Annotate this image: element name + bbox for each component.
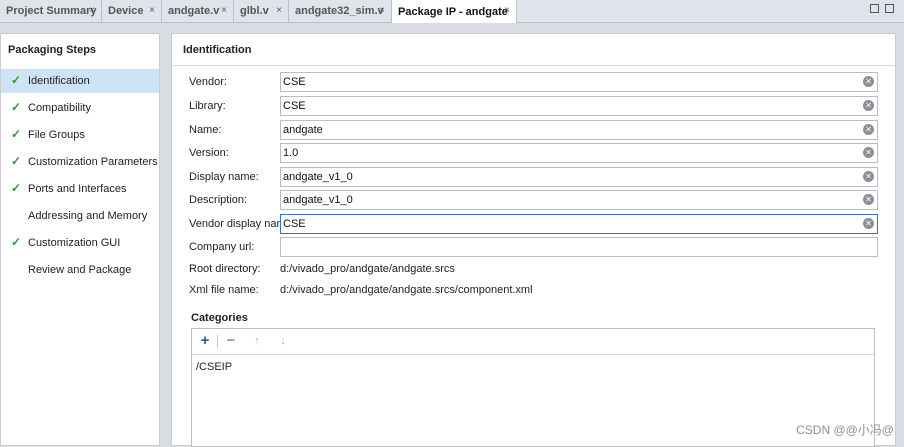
- root-directory-label: Root directory:: [189, 263, 261, 275]
- step-label: Addressing and Memory: [28, 210, 148, 222]
- categories-toolbar: + − ↑ ↓: [192, 329, 874, 355]
- tab-label: Project Summary: [6, 5, 97, 17]
- step-label: Customization GUI: [28, 237, 121, 249]
- tab-glbl-v[interactable]: glbl.v ×: [234, 0, 289, 22]
- add-icon[interactable]: +: [197, 333, 213, 349]
- tab-andgate32-sim-v[interactable]: andgate32_sim.v ×: [289, 0, 392, 22]
- check-icon: ✓: [11, 181, 22, 195]
- step-compatibility[interactable]: ✓ Compatibility: [1, 96, 159, 120]
- maximize-icon[interactable]: [885, 4, 894, 13]
- vendor-display-name-label: Vendor display name:: [189, 218, 295, 230]
- close-icon[interactable]: ×: [379, 5, 385, 16]
- root-directory-value: d:/vivado_pro/andgate/andgate.srcs: [280, 263, 455, 275]
- step-label: Ports and Interfaces: [28, 183, 127, 195]
- step-label: Review and Package: [28, 264, 132, 276]
- clear-icon[interactable]: ✕: [863, 76, 874, 87]
- display-name-field[interactable]: ✕: [280, 167, 878, 187]
- vendor-display-name-input[interactable]: [281, 215, 853, 233]
- vendor-field[interactable]: ✕: [280, 72, 878, 92]
- description-input[interactable]: [281, 191, 853, 209]
- check-icon: ✓: [11, 127, 22, 141]
- watermark: CSDN @@小冯@: [796, 423, 894, 437]
- step-label: File Groups: [28, 129, 85, 141]
- company-url-input[interactable]: [281, 238, 853, 256]
- tab-device[interactable]: Device ×: [102, 0, 162, 22]
- display-name-input[interactable]: [281, 168, 853, 186]
- divider: [172, 65, 895, 66]
- step-label: Customization Parameters: [28, 156, 158, 168]
- tab-package-ip[interactable]: Package IP - andgate ×: [392, 0, 517, 23]
- clear-icon[interactable]: ✕: [863, 100, 874, 111]
- version-label: Version:: [189, 147, 229, 159]
- description-label: Description:: [189, 194, 248, 206]
- check-icon: ✓: [11, 73, 22, 87]
- close-icon[interactable]: ×: [221, 5, 227, 16]
- library-field[interactable]: ✕: [280, 96, 878, 116]
- library-label: Library:: [189, 100, 226, 112]
- toolbar-separator: [217, 335, 218, 348]
- editor-tab-bar: Project Summary × Device × andgate.v × g…: [0, 0, 904, 23]
- check-icon: ✓: [11, 154, 22, 168]
- category-item[interactable]: /CSEIP: [196, 361, 232, 373]
- minimize-icon[interactable]: [870, 4, 879, 13]
- clear-icon[interactable]: ✕: [863, 124, 874, 135]
- step-review-and-package[interactable]: Review and Package: [1, 258, 159, 282]
- packaging-steps-panel: Packaging Steps ✓ Identification ✓ Compa…: [0, 33, 160, 446]
- check-icon: ✓: [11, 100, 22, 114]
- tab-label: Package IP - andgate: [398, 5, 508, 18]
- name-field[interactable]: ✕: [280, 120, 878, 140]
- close-icon[interactable]: ×: [504, 5, 510, 16]
- step-identification[interactable]: ✓ Identification: [1, 69, 159, 93]
- clear-icon[interactable]: ✕: [863, 147, 874, 158]
- step-label: Identification: [28, 75, 90, 87]
- tab-label: andgate.v: [168, 5, 220, 17]
- vendor-input[interactable]: [281, 73, 853, 91]
- company-url-field[interactable]: [280, 237, 878, 257]
- version-input[interactable]: [281, 144, 853, 162]
- packaging-steps-title: Packaging Steps: [8, 44, 97, 56]
- step-addressing-and-memory[interactable]: Addressing and Memory: [1, 204, 159, 228]
- display-name-label: Display name:: [189, 171, 259, 183]
- check-icon: ✓: [11, 235, 22, 249]
- move-up-icon[interactable]: ↑: [249, 333, 265, 349]
- step-label: Compatibility: [28, 102, 91, 114]
- step-customization-gui[interactable]: ✓ Customization GUI: [1, 231, 159, 255]
- xml-file-label: Xml file name:: [189, 284, 259, 296]
- close-icon[interactable]: ×: [89, 5, 95, 16]
- tab-project-summary[interactable]: Project Summary ×: [0, 0, 102, 22]
- step-customization-parameters[interactable]: ✓ Customization Parameters: [1, 150, 159, 174]
- description-field[interactable]: ✕: [280, 190, 878, 210]
- vendor-display-name-field[interactable]: ✕: [280, 214, 878, 234]
- xml-file-value: d:/vivado_pro/andgate/andgate.srcs/compo…: [280, 284, 533, 296]
- tab-andgate-v[interactable]: andgate.v ×: [162, 0, 234, 22]
- step-file-groups[interactable]: ✓ File Groups: [1, 123, 159, 147]
- library-input[interactable]: [281, 97, 853, 115]
- tab-label: glbl.v: [240, 5, 269, 17]
- name-input[interactable]: [281, 121, 853, 139]
- close-icon[interactable]: ×: [276, 5, 282, 16]
- tab-label: andgate32_sim.v: [295, 5, 384, 17]
- tab-label: Device: [108, 5, 144, 17]
- step-ports-and-interfaces[interactable]: ✓ Ports and Interfaces: [1, 177, 159, 201]
- company-url-label: Company url:: [189, 241, 255, 253]
- clear-icon[interactable]: ✕: [863, 194, 874, 205]
- clear-icon[interactable]: ✕: [863, 171, 874, 182]
- clear-icon[interactable]: ✕: [863, 218, 874, 229]
- window-controls: [870, 4, 894, 13]
- categories-list: + − ↑ ↓ /CSEIP: [191, 328, 875, 447]
- categories-title: Categories: [191, 312, 248, 324]
- version-field[interactable]: ✕: [280, 143, 878, 163]
- remove-icon[interactable]: −: [223, 333, 239, 349]
- identification-title: Identification: [183, 44, 252, 56]
- vendor-label: Vendor:: [189, 76, 227, 88]
- identification-panel: Identification Vendor: ✕ Library: ✕ Name…: [171, 33, 896, 447]
- move-down-icon[interactable]: ↓: [275, 333, 291, 349]
- close-icon[interactable]: ×: [149, 5, 155, 16]
- name-label: Name:: [189, 124, 222, 136]
